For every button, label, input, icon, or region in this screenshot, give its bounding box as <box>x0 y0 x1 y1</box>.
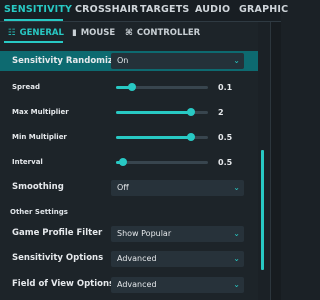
sensitivity-options-dropdown[interactable]: Advanced ⌄ <box>111 251 244 267</box>
game-profile-filter-value: Show Popular <box>117 229 172 238</box>
sensitivity-randomizer-label: Sensitivity Randomizer <box>12 56 123 66</box>
chevron-down-icon: ⌄ <box>233 56 240 65</box>
field-of-view-options-dropdown[interactable]: Advanced ⌄ <box>111 277 244 293</box>
tab-graphics[interactable]: GRAPHIC <box>239 4 288 15</box>
chevron-down-icon: ⌄ <box>233 280 240 289</box>
min-multiplier-value: 0.5 <box>218 133 233 142</box>
smoothing-row: Smoothing Off ⌄ <box>0 179 258 197</box>
max-multiplier-slider[interactable] <box>116 108 208 116</box>
interval-value: 0.5 <box>218 158 233 167</box>
right-pane <box>270 22 281 300</box>
game-profile-filter-label: Game Profile Filter <box>12 228 103 238</box>
smoothing-label: Smoothing <box>12 182 64 192</box>
min-multiplier-slider-handle[interactable] <box>187 133 196 141</box>
active-subtab-indicator <box>4 41 63 43</box>
subtab-controller[interactable]: ⌘ CONTROLLER <box>125 28 200 38</box>
subtab-mouse-label: MOUSE <box>80 28 116 38</box>
sensitivity-randomizer-dropdown[interactable]: On ⌄ <box>111 53 244 69</box>
field-of-view-options-row: Field of View Options Advanced ⌄ <box>0 276 258 294</box>
smoothing-dropdown[interactable]: Off ⌄ <box>111 180 244 196</box>
subtab-general[interactable]: ☷ GENERAL <box>8 28 64 38</box>
tab-sensitivity[interactable]: SENSITIVITY <box>4 4 72 15</box>
max-multiplier-slider-fill <box>116 111 192 114</box>
active-tab-indicator <box>4 19 63 21</box>
field-of-view-options-value: Advanced <box>117 280 157 289</box>
tab-crosshair[interactable]: CROSSHAIR <box>75 4 139 15</box>
interval-slider[interactable] <box>116 158 208 166</box>
min-multiplier-row: Min Multiplier 0.5 <box>0 131 258 145</box>
game-profile-filter-dropdown[interactable]: Show Popular ⌄ <box>111 226 244 242</box>
sensitivity-options-label: Sensitivity Options <box>12 253 104 263</box>
min-multiplier-slider[interactable] <box>116 133 208 141</box>
mouse-icon: ▮ <box>72 28 77 38</box>
sub-navigation: ☷ GENERAL ▮ MOUSE ⌘ CONTROLLER <box>0 22 258 47</box>
max-multiplier-row: Max Multiplier 2 <box>0 106 258 120</box>
gamepad-icon: ⌘ <box>125 28 133 38</box>
other-settings-title: Other Settings <box>10 208 68 216</box>
game-profile-filter-row: Game Profile Filter Show Popular ⌄ <box>0 225 258 243</box>
sensitivity-randomizer-row: Sensitivity Randomizer On ⌄ <box>0 51 258 71</box>
chevron-down-icon: ⌄ <box>233 229 240 238</box>
top-navigation: SENSITIVITY CROSSHAIR TARGETS AUDIO GRAP… <box>0 0 288 22</box>
scrollbar-thumb[interactable] <box>261 150 264 270</box>
sliders-icon: ☷ <box>8 28 16 38</box>
chevron-down-icon: ⌄ <box>233 254 240 263</box>
max-multiplier-slider-handle[interactable] <box>187 108 196 116</box>
max-multiplier-value: 2 <box>218 108 224 117</box>
spread-slider[interactable] <box>116 83 208 91</box>
spread-label: Spread <box>12 83 40 91</box>
sensitivity-randomizer-value: On <box>117 56 129 65</box>
interval-row: Interval 0.5 <box>0 156 258 170</box>
min-multiplier-label: Min Multiplier <box>12 133 67 141</box>
subtab-controller-label: CONTROLLER <box>136 28 201 38</box>
spread-slider-handle[interactable] <box>127 83 136 91</box>
min-multiplier-slider-fill <box>116 136 192 139</box>
field-of-view-options-label: Field of View Options <box>12 279 115 289</box>
spread-row: Spread 0.1 <box>0 81 258 95</box>
subtab-general-label: GENERAL <box>19 28 64 38</box>
tab-targets[interactable]: TARGETS <box>140 4 189 15</box>
subtab-mouse[interactable]: ▮ MOUSE <box>72 28 115 38</box>
spread-value: 0.1 <box>218 83 233 92</box>
sensitivity-options-value: Advanced <box>117 254 157 263</box>
tab-audio[interactable]: AUDIO <box>195 4 230 15</box>
sensitivity-options-row: Sensitivity Options Advanced ⌄ <box>0 250 258 268</box>
interval-label: Interval <box>12 158 43 166</box>
smoothing-value: Off <box>117 183 129 192</box>
max-multiplier-label: Max Multiplier <box>12 108 69 116</box>
chevron-down-icon: ⌄ <box>233 183 240 192</box>
interval-slider-handle[interactable] <box>119 158 128 166</box>
